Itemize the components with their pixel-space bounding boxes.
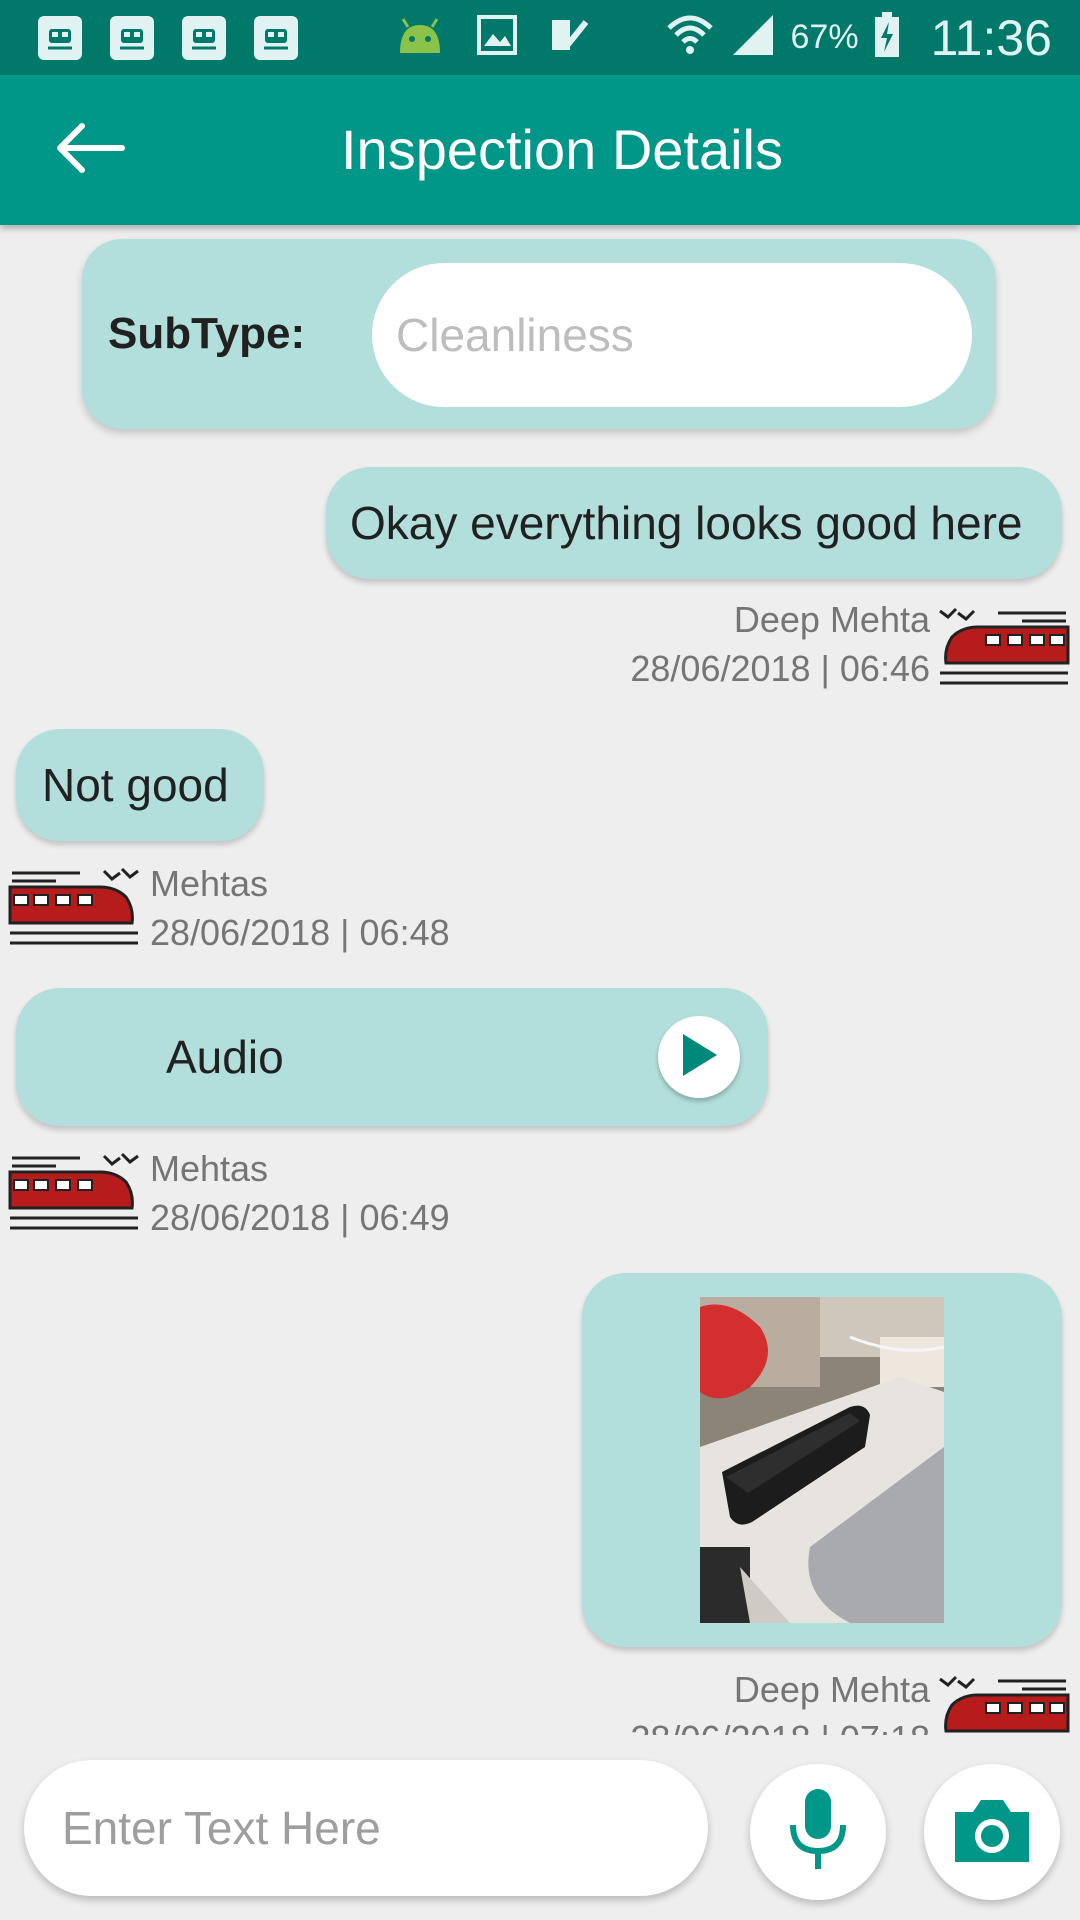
audio-label: Audio [166,1031,284,1083]
camera-button[interactable] [924,1764,1060,1900]
train-avatar-icon [8,1142,140,1232]
message-text: Okay everything looks good here [350,497,1023,549]
message-meta: Deep Mehta 28/06/2018 | 07:18 [630,1665,930,1735]
message-meta: Deep Mehta 28/06/2018 | 06:46 [630,595,930,693]
train-app-notification-icon [182,15,226,60]
message-timestamp: 28/06/2018 | 07:18 [630,1714,930,1735]
sender-name: Deep Mehta [733,599,930,640]
train-avatar-icon [8,857,140,947]
chat-list[interactable]: SubType: Cleanliness Okay everything loo… [0,225,1080,1735]
notification-icons [38,15,298,60]
photo-thumbnail[interactable] [700,1297,944,1623]
image-icon [476,14,518,61]
record-audio-button[interactable] [750,1764,886,1900]
sender-name: Deep Mehta [733,1669,930,1710]
audio-message-bubble[interactable]: Audio [16,988,768,1126]
message-timestamp: 28/06/2018 | 06:46 [630,648,930,689]
message-input[interactable]: Enter Text Here [24,1760,708,1896]
app-bar: Inspection Details [0,75,1080,225]
message-meta: Mehtas 28/06/2018 | 06:49 [150,1144,450,1242]
battery-percent: 67% [790,18,859,56]
message-meta: Mehtas 28/06/2018 | 06:48 [150,859,450,957]
sender-name: Mehtas [150,1148,269,1189]
subtype-field[interactable]: Cleanliness [372,263,972,407]
train-app-notification-icon [254,15,298,60]
image-message-bubble[interactable] [582,1273,1062,1647]
task-done-icon [548,14,590,61]
sender-name: Mehtas [150,863,269,904]
message-bubble-incoming[interactable]: Not good [16,729,264,841]
message-text: Not good [42,759,229,811]
train-avatar-icon [938,597,1070,687]
subtype-card: SubType: Cleanliness [82,239,996,429]
message-timestamp: 28/06/2018 | 06:49 [150,1197,450,1238]
wifi-icon [665,12,715,63]
system-status: 67% 11:36 [665,9,1052,67]
message-timestamp: 28/06/2018 | 06:48 [150,912,450,953]
signal-icon [729,13,777,62]
play-icon [679,1032,719,1083]
status-time: 11:36 [930,9,1052,66]
android-icon [394,15,446,60]
system-notification-icons [394,14,590,61]
battery-charging-icon [873,12,901,63]
subtype-label: SubType: [108,309,306,358]
train-avatar-icon [938,1665,1070,1735]
status-bar: 67% 11:36 [0,0,1080,75]
page-title: Inspection Details [340,118,783,181]
train-app-notification-icon [110,15,154,60]
message-bubble-outgoing[interactable]: Okay everything looks good here [326,467,1062,579]
train-app-notification-icon [38,15,82,60]
microphone-icon [785,1785,851,1880]
play-button[interactable] [658,1016,740,1098]
camera-icon [951,1794,1033,1871]
